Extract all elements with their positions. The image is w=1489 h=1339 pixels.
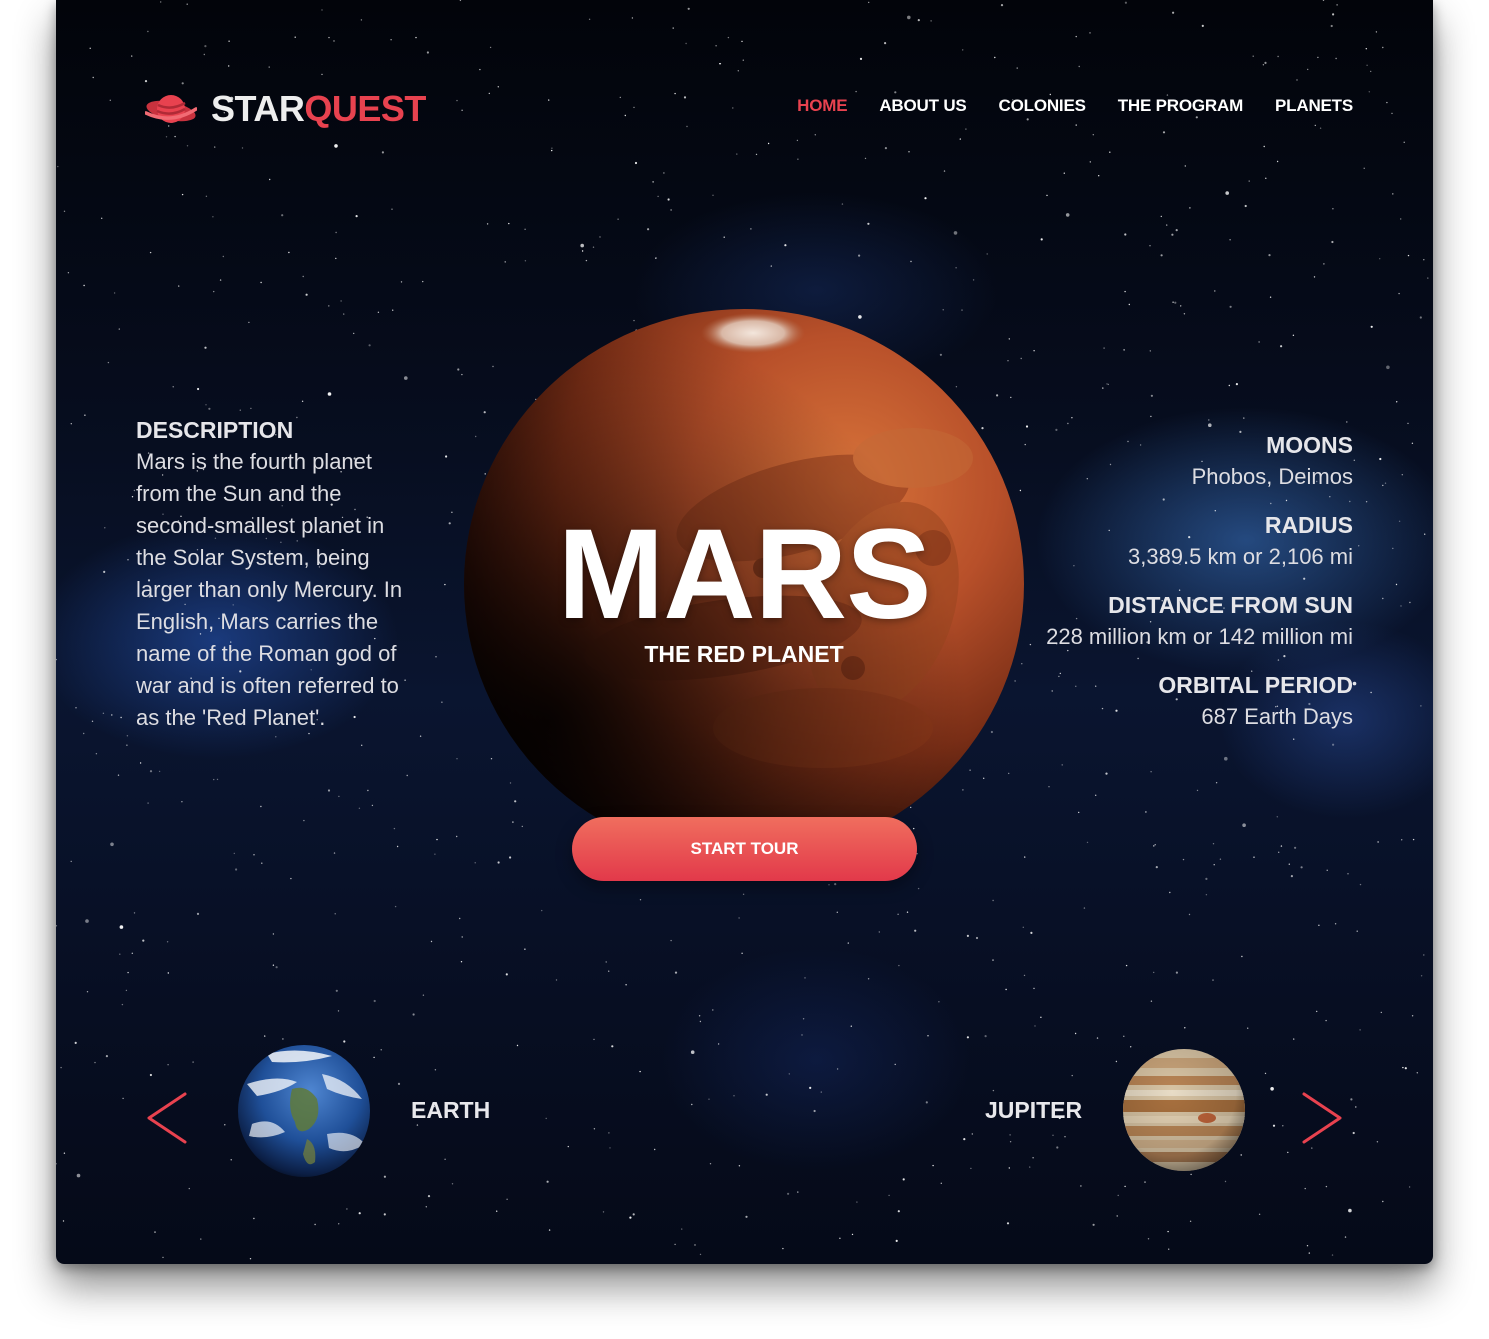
jupiter-planet-image[interactable] xyxy=(1122,1048,1246,1172)
stat-value: 3,389.5 km or 2,106 mi xyxy=(1127,544,1353,569)
nav-item-the-program[interactable]: THE PROGRAM xyxy=(1118,96,1244,116)
stat-value: Phobos, Deimos xyxy=(1191,464,1353,489)
brand-name-primary: STAR xyxy=(211,88,305,129)
brand-logo[interactable]: STARQUEST xyxy=(145,88,426,130)
stat-value: 228 million km or 142 million mi xyxy=(1046,624,1353,649)
chevron-left-icon[interactable] xyxy=(145,1091,189,1145)
planet-subtitle: THE RED PLANET xyxy=(644,641,844,667)
stat-value: 687 Earth Days xyxy=(1201,704,1353,729)
nav-item-about-us[interactable]: ABOUT US xyxy=(879,96,966,116)
page-frame: STARQUEST HOME ABOUT US COLONIES THE PRO… xyxy=(56,0,1433,1264)
planet-title: MARS xyxy=(557,503,932,646)
stat-orbital-period: ORBITAL PERIOD 687 Earth Days xyxy=(993,669,1353,733)
stat-label: DISTANCE FROM SUN xyxy=(1108,592,1353,618)
description-text: Mars is the fourth planet from the Sun a… xyxy=(136,449,403,730)
brand-name: STARQUEST xyxy=(211,88,426,130)
start-tour-button[interactable]: START TOUR xyxy=(572,817,917,881)
planet-logo-icon xyxy=(145,95,197,123)
earth-planet-image[interactable] xyxy=(237,1044,371,1178)
description-title: DESCRIPTION xyxy=(136,417,294,443)
stat-label: MOONS xyxy=(1266,432,1353,458)
nav-item-home[interactable]: HOME xyxy=(797,96,847,116)
stat-label: ORBITAL PERIOD xyxy=(1158,672,1353,698)
main-nav: HOME ABOUT US COLONIES THE PROGRAM PLANE… xyxy=(797,96,1353,116)
stat-moons: MOONS Phobos, Deimos xyxy=(993,429,1353,493)
chevron-right-icon[interactable] xyxy=(1300,1091,1344,1145)
stat-radius: RADIUS 3,389.5 km or 2,106 mi xyxy=(993,509,1353,573)
nav-item-colonies[interactable]: COLONIES xyxy=(999,96,1086,116)
brand-name-accent: QUEST xyxy=(304,88,426,129)
nav-item-planets[interactable]: PLANETS xyxy=(1275,96,1353,116)
stat-distance-from-sun: DISTANCE FROM SUN 228 million km or 142 … xyxy=(993,589,1353,653)
carousel-next-label[interactable]: JUPITER xyxy=(985,1095,1082,1125)
stat-label: RADIUS xyxy=(1264,512,1353,538)
description-panel: DESCRIPTION Mars is the fourth planet fr… xyxy=(136,414,406,734)
carousel-prev-label[interactable]: EARTH xyxy=(411,1095,490,1125)
planet-stats: MOONS Phobos, Deimos RADIUS 3,389.5 km o… xyxy=(993,429,1353,749)
